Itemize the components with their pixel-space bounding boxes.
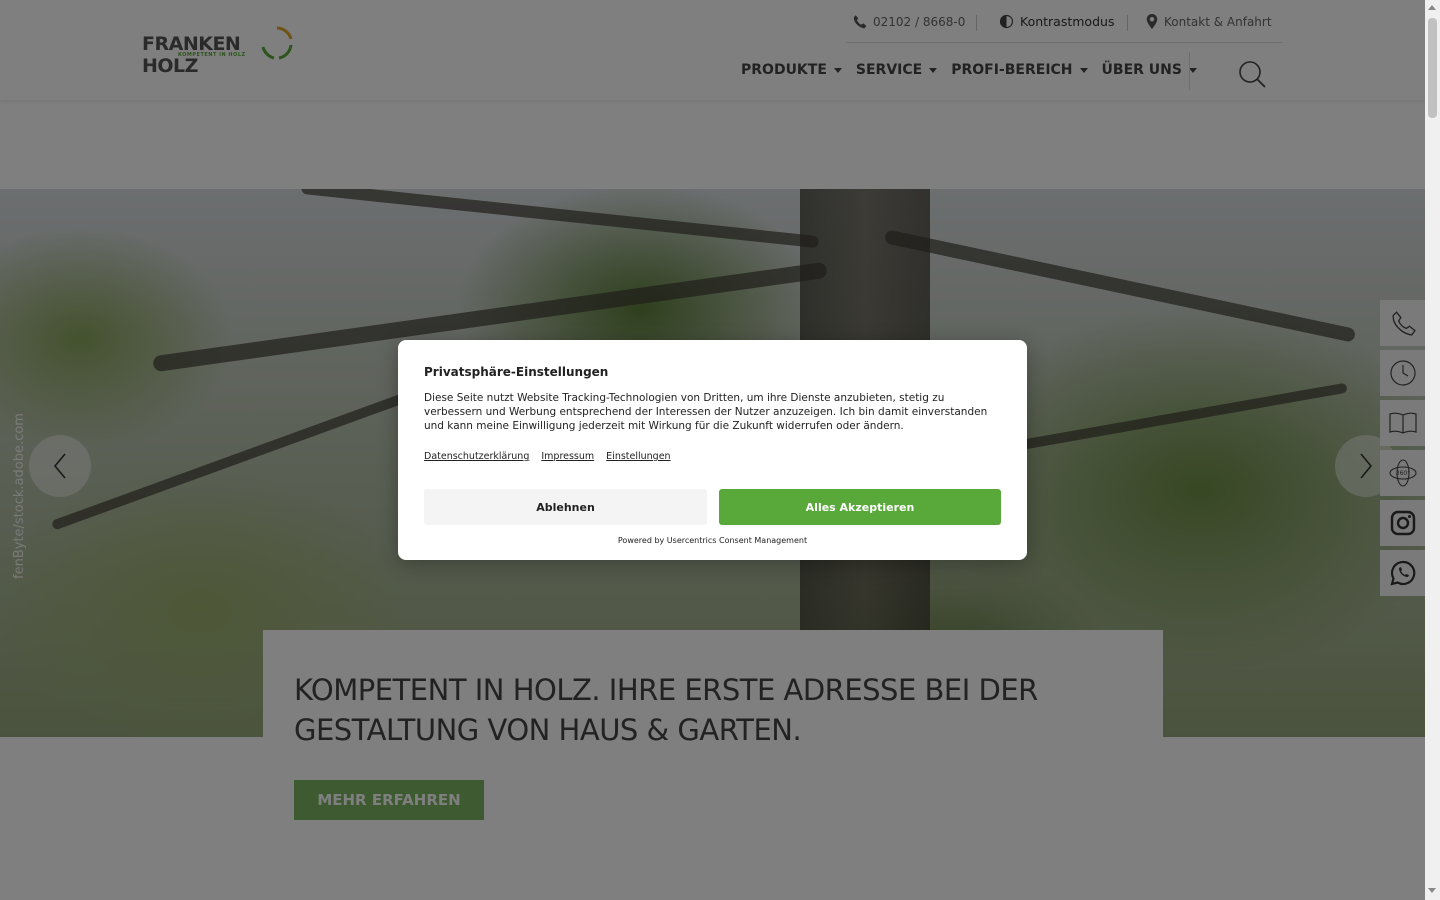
settings-link[interactable]: Einstellungen [606,451,670,462]
accept-all-button[interactable]: Alles Akzeptieren [719,489,1001,525]
powered-by: Powered by Usercentrics Consent Manageme… [617,536,808,545]
consent-links: Datenschutzerklärung Impressum Einstellu… [424,451,671,462]
scroll-thumb[interactable] [1428,18,1437,118]
decline-button[interactable]: Ablehnen [424,489,707,525]
consent-dialog: Privatsphäre-Einstellungen Diese Seite n… [398,340,1027,560]
consent-text: Diese Seite nutzt Website Tracking-Techn… [424,392,988,432]
scroll-up-icon[interactable] [1428,5,1436,10]
privacy-policy-link[interactable]: Datenschutzerklärung [424,451,529,462]
scroll-down-icon[interactable] [1428,888,1436,893]
imprint-link[interactable]: Impressum [541,451,594,462]
consent-title: Privatsphäre-Einstellungen [424,365,609,379]
scrollbar[interactable] [1425,0,1440,900]
